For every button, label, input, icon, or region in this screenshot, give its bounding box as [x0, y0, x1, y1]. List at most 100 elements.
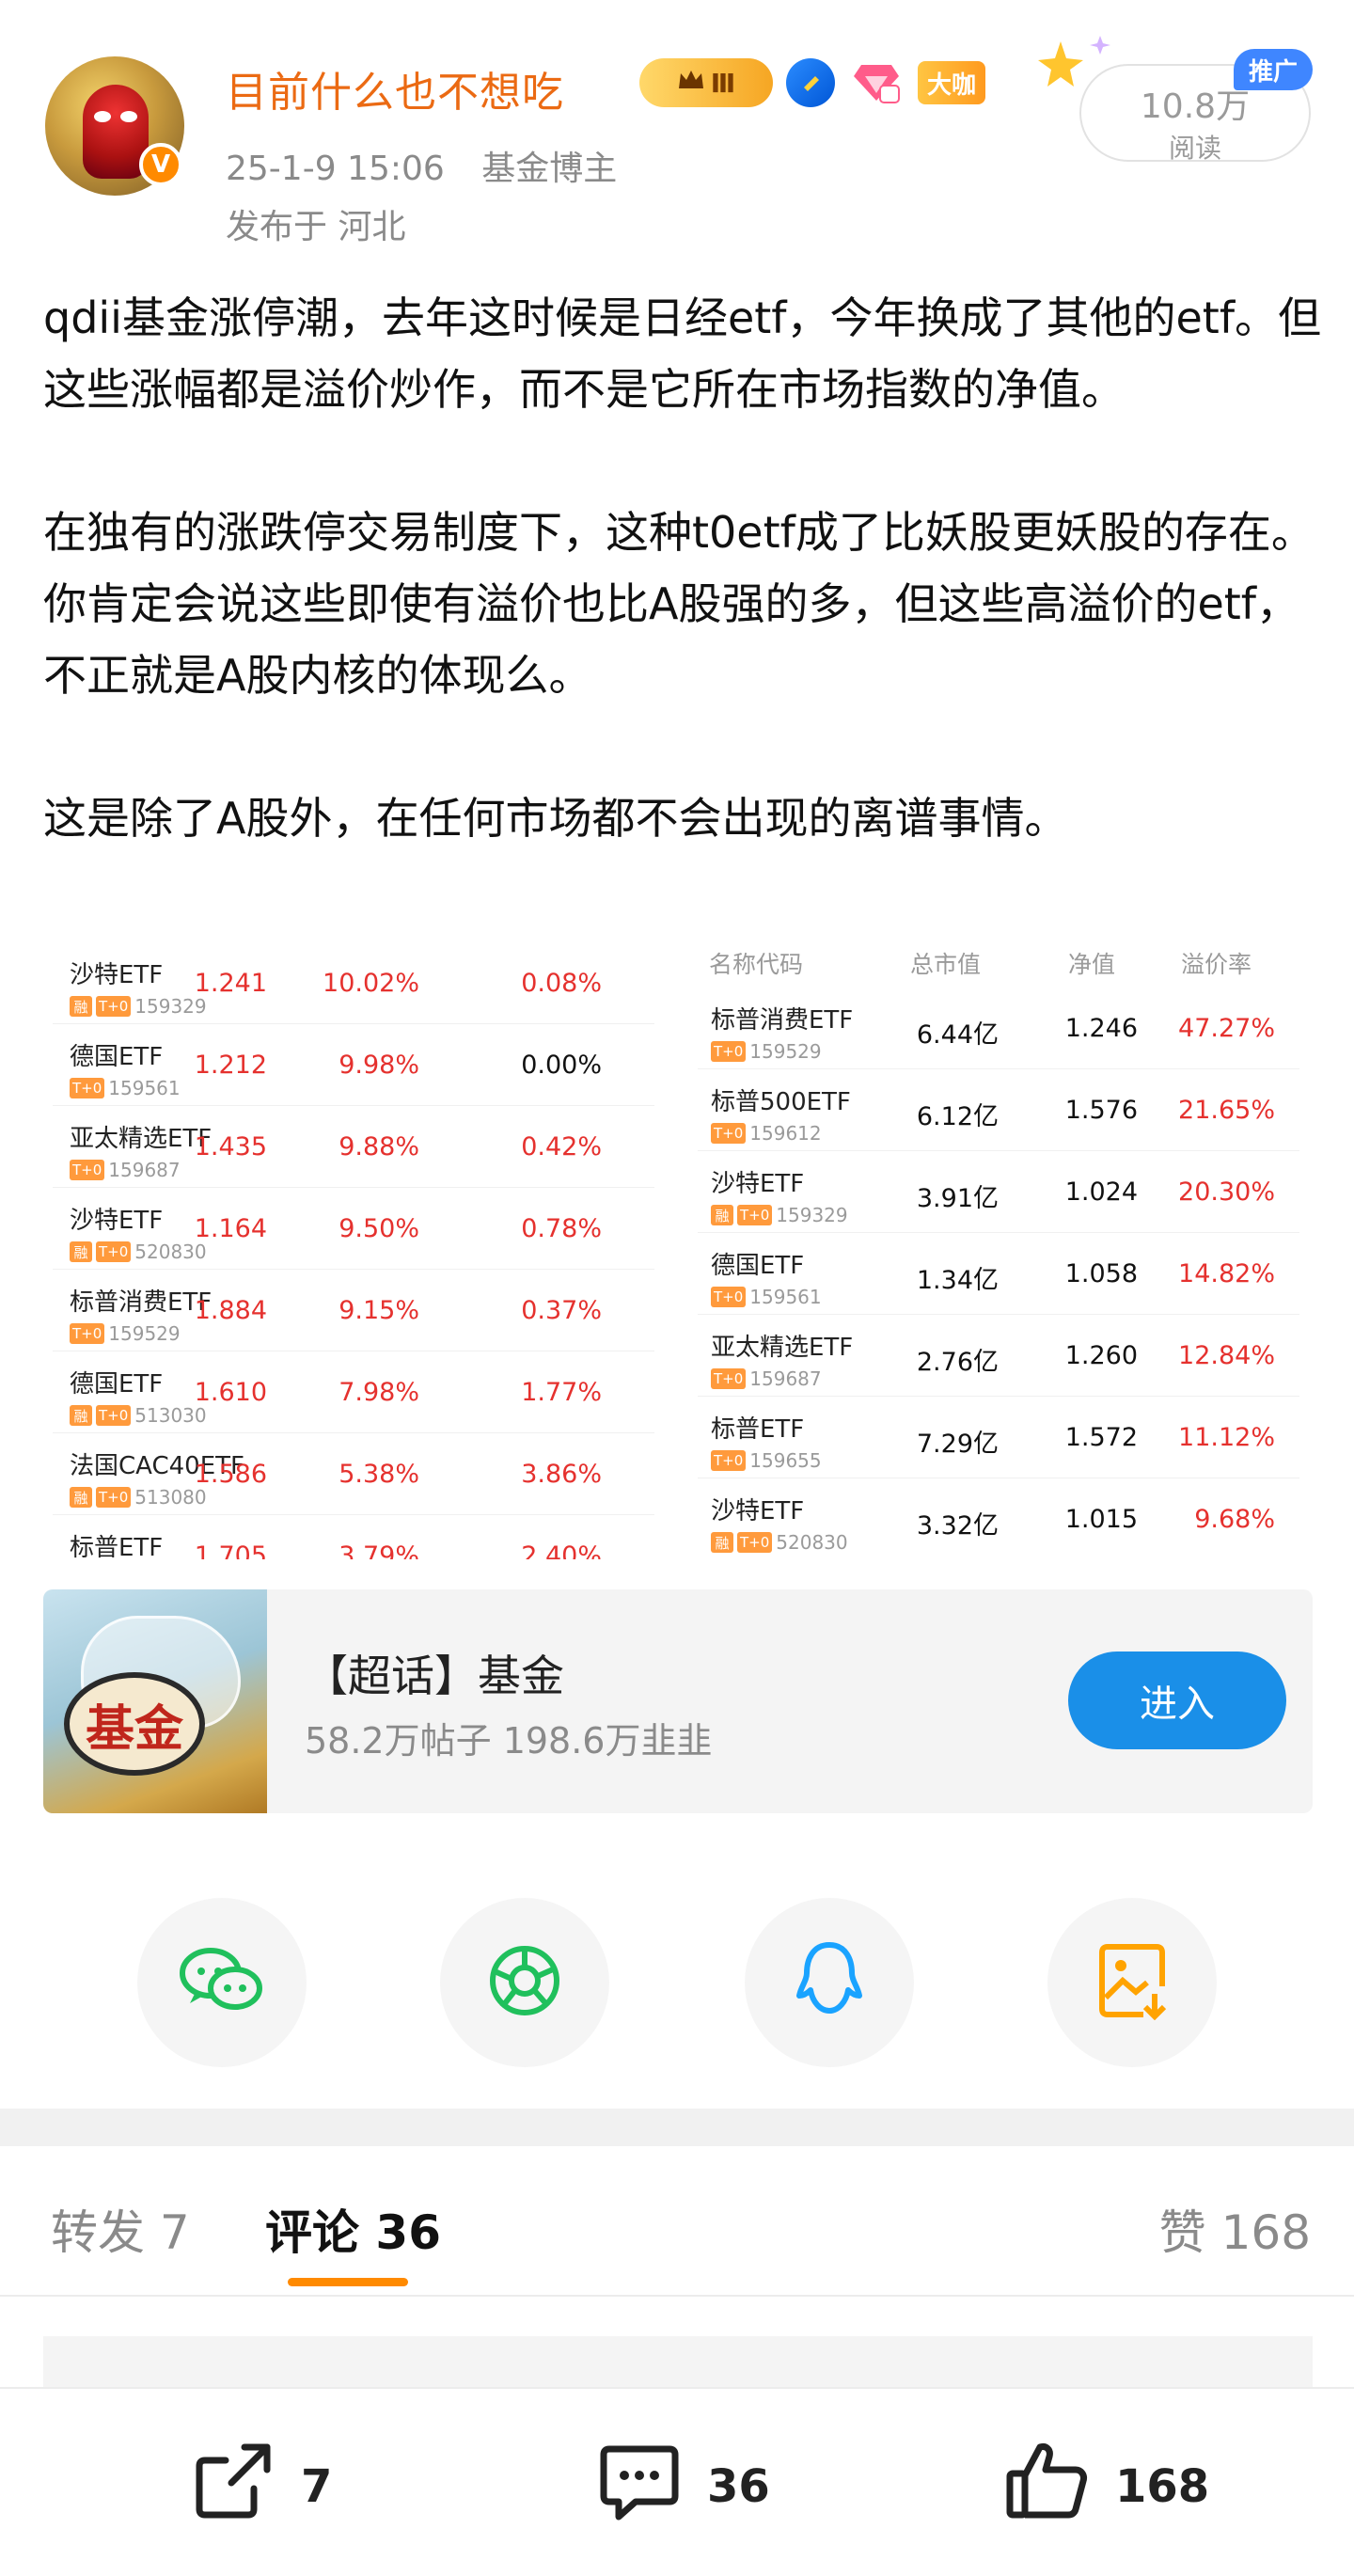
etf-premium-rate: 47.27%: [1178, 1014, 1275, 1043]
etf-code: 513030: [134, 1404, 207, 1427]
margin-tag: 融: [70, 1405, 92, 1426]
etf-premium: 0.42%: [521, 1132, 602, 1162]
etf-market-cap: 3.91亿: [916, 1184, 999, 1213]
post-image-left[interactable]: 沙特ETF 融 T+0 159329 1.241 10.02% 0.08% 德国ETF T+0 1…: [53, 942, 654, 1559]
diamond-icon[interactable]: [848, 58, 905, 107]
save-image-button[interactable]: [1047, 1898, 1217, 2067]
tab-comments[interactable]: 评论 36: [265, 2195, 441, 2263]
table-row: 标普消费ETF T+0 159529 6.44亿 1.246 47.27%: [698, 988, 1299, 1069]
etf-change: 9.98%: [338, 1051, 419, 1080]
topic-image: 基金: [43, 1589, 267, 1813]
etf-tags: 融 T+0 159329: [70, 995, 207, 1018]
table-row: 亚太精选ETF T+0 159687 2.76亿 1.260 12.84%: [698, 1315, 1299, 1397]
thumbs-up-icon: [1002, 2436, 1093, 2537]
etf-tags: T+0 159655: [711, 1449, 822, 1472]
etf-change: 10.02%: [323, 969, 419, 998]
tab-likes[interactable]: 赞 168: [1159, 2195, 1311, 2263]
promo-tag: 推广: [1234, 49, 1313, 90]
tab-repost[interactable]: 转发 7: [51, 2195, 190, 2263]
table-row: 标普ETF 1.705 3.79% 2.40%: [53, 1515, 654, 1559]
etf-premium-rate: 20.30%: [1178, 1177, 1275, 1207]
etf-name: 沙特ETF: [711, 1170, 805, 1198]
etf-premium: 0.37%: [521, 1296, 602, 1325]
etf-code: 159612: [749, 1122, 822, 1145]
margin-tag: 融: [711, 1205, 733, 1225]
etf-premium: 0.00%: [521, 1051, 602, 1080]
t0-tag: T+0: [70, 1323, 105, 1344]
post-location: 发布于 河北: [226, 208, 406, 246]
t0-tag: T+0: [96, 1405, 132, 1426]
topic-image-label: 基金: [64, 1672, 205, 1776]
t0-tag: T+0: [96, 1241, 132, 1262]
bottom-action-bar: 7 36 168: [0, 2387, 1354, 2576]
qq-icon: [792, 1939, 867, 2026]
share-qq-button[interactable]: [745, 1898, 914, 2067]
etf-premium-rate: 14.82%: [1178, 1259, 1275, 1288]
comment-icon: [594, 2436, 685, 2537]
etf-premium-rate: 9.68%: [1194, 1505, 1275, 1534]
comment-button[interactable]: 36: [594, 2442, 770, 2532]
etf-change: 9.15%: [338, 1296, 419, 1325]
t0-tag: T+0: [96, 1487, 132, 1508]
col-header-nav: 净值: [1068, 951, 1116, 978]
table-row: 德国ETF 融 T+0 513030 1.610 7.98% 1.77%: [53, 1351, 654, 1433]
etf-tags: T+0 159529: [711, 1040, 822, 1063]
t0-tag: T+0: [70, 1078, 105, 1098]
etf-name: 沙特ETF: [70, 1207, 164, 1235]
topic-title: 【超话】基金: [305, 1651, 564, 1701]
enter-topic-button[interactable]: 进入: [1068, 1651, 1286, 1749]
etf-premium: 3.86%: [521, 1460, 602, 1489]
etf-market-cap: 6.12亿: [916, 1102, 999, 1131]
username[interactable]: 目前什么也不想吃: [226, 58, 564, 119]
share-moments-button[interactable]: [440, 1898, 609, 2067]
share-wechat-button[interactable]: [137, 1898, 307, 2067]
table-row: 德国ETF T+0 159561 1.34亿 1.058 14.82%: [698, 1233, 1299, 1315]
etf-market-cap: 3.32亿: [916, 1511, 999, 1541]
margin-tag: 融: [711, 1532, 733, 1553]
col-header-name: 名称代码: [709, 951, 804, 978]
etf-code: 159561: [108, 1077, 181, 1099]
etf-name: 德国ETF: [70, 1370, 164, 1399]
repost-button[interactable]: 7: [188, 2442, 332, 2532]
etf-market-cap: 1.34亿: [916, 1266, 999, 1295]
t0-tag: T+0: [96, 996, 132, 1017]
etf-price: 1.586: [194, 1460, 267, 1489]
table-header: 名称代码 总市值 净值 溢价率: [698, 937, 1299, 988]
etf-code: 159687: [749, 1367, 822, 1390]
etf-premium: 1.77%: [521, 1378, 602, 1407]
t0-tag: T+0: [737, 1205, 773, 1225]
col-header-mcap: 总市值: [910, 951, 982, 978]
etf-tags: T+0 159612: [711, 1122, 822, 1145]
etf-tags: 融 T+0 520830: [70, 1241, 207, 1263]
etf-premium-rate: 11.12%: [1178, 1423, 1275, 1452]
table-row: 德国ETF T+0 159561 1.212 9.98% 0.00%: [53, 1024, 654, 1106]
etf-price: 1.884: [194, 1296, 267, 1325]
like-button[interactable]: 168: [1002, 2442, 1209, 2532]
post-paragraph: 这是除了A股外，在任何市场都不会出现的离谱事情。: [43, 793, 1068, 844]
interaction-tabs: 转发 7 评论 36 赞 168: [0, 2146, 1354, 2297]
etf-code: 159529: [749, 1040, 822, 1063]
crown-icon: [677, 68, 705, 99]
col-header-premium: 溢价率: [1181, 951, 1252, 978]
etf-nav: 1.058: [1064, 1259, 1138, 1288]
etf-premium: 2.40%: [521, 1541, 602, 1559]
etf-name: 标普消费ETF: [70, 1288, 213, 1317]
etf-price: 1.610: [194, 1378, 267, 1407]
vip-badge[interactable]: 大咖: [918, 61, 986, 104]
shield-icon[interactable]: [786, 58, 835, 107]
etf-tags: T+0 159687: [70, 1159, 181, 1181]
etf-code: 513080: [134, 1486, 207, 1509]
verified-icon: V: [139, 143, 182, 186]
post-image-right[interactable]: 名称代码 总市值 净值 溢价率 标普消费ETF T+0 159529 6.44亿 1.2…: [698, 937, 1299, 1559]
etf-premium-rate: 21.65%: [1178, 1096, 1275, 1125]
etf-tags: 融 T+0 513080: [70, 1486, 207, 1509]
etf-price: 1.164: [194, 1214, 267, 1243]
wechat-icon: [177, 1943, 267, 2022]
etf-market-cap: 2.76亿: [916, 1348, 999, 1377]
etf-change: 3.79%: [338, 1541, 419, 1559]
etf-tags: 融 T+0 159329: [711, 1204, 848, 1226]
supertopic-card[interactable]: 基金 【超话】基金 58.2万帖子 198.6万韭韭 进入: [43, 1589, 1313, 1813]
crown-level-badge[interactable]: Ⅲ: [639, 58, 773, 107]
author-role: 基金博主: [481, 150, 618, 188]
post-date: 25-1-9 15:06: [226, 150, 445, 188]
